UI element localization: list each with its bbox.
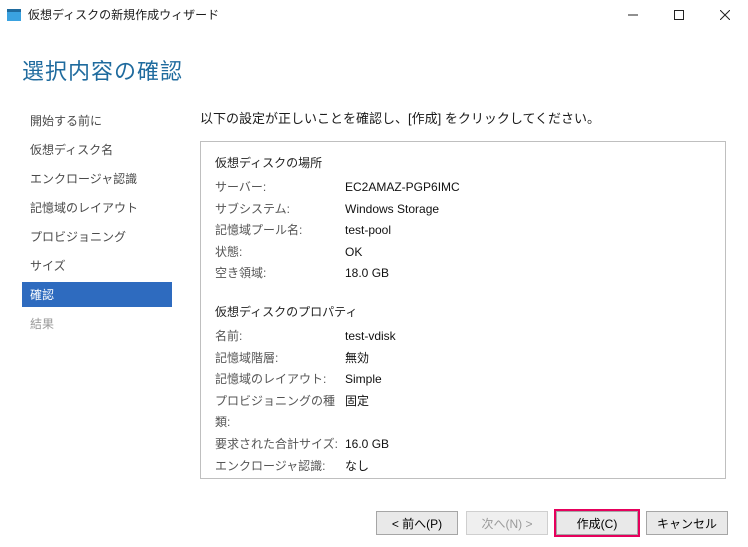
next-button: 次へ(N) > [466, 511, 548, 535]
summary-row: 名前:test-vdisk [215, 326, 711, 348]
summary-row-value: 16.0 GB [345, 434, 711, 456]
app-icon [6, 7, 22, 23]
summary-row-value: 18.0 GB [345, 263, 711, 285]
sidebar-item[interactable]: 仮想ディスク名 [22, 137, 172, 162]
summary-row-label: プロビジョニングの種類: [215, 391, 345, 434]
sidebar-item[interactable]: 確認 [22, 282, 172, 307]
page-title: 選択内容の確認 [22, 54, 726, 86]
summary-row-value: OK [345, 242, 711, 264]
create-button[interactable]: 作成(C) [556, 511, 638, 535]
section-title-location: 仮想ディスクの場所 [215, 154, 711, 171]
sidebar-item[interactable]: プロビジョニング [22, 224, 172, 249]
summary-row: 状態:OK [215, 242, 711, 264]
summary-row-label: 空き領域: [215, 263, 345, 285]
summary-row-value: 無効 [345, 348, 711, 370]
close-button[interactable] [702, 0, 748, 30]
sidebar-item[interactable]: エンクロージャ認識 [22, 166, 172, 191]
summary-row-value: Simple [345, 369, 711, 391]
summary-panel: 仮想ディスクの場所 サーバー:EC2AMAZ-PGP6IMCサブシステム:Win… [200, 141, 726, 479]
summary-row-value: test-pool [345, 220, 711, 242]
section-title-properties: 仮想ディスクのプロパティ [215, 303, 711, 320]
sidebar-item[interactable]: 開始する前に [22, 108, 172, 133]
cancel-button[interactable]: キャンセル [646, 511, 728, 535]
summary-row-label: サブシステム: [215, 199, 345, 221]
sidebar-item[interactable]: 記憶域のレイアウト [22, 195, 172, 220]
summary-row-value: Windows Storage [345, 199, 711, 221]
window-title: 仮想ディスクの新規作成ウィザード [28, 6, 610, 23]
summary-row-label: 記憶域プール名: [215, 220, 345, 242]
titlebar: 仮想ディスクの新規作成ウィザード [0, 0, 748, 30]
summary-row-value: なし [345, 456, 711, 478]
summary-row-label: サーバー: [215, 177, 345, 199]
summary-row-label: 記憶域階層: [215, 348, 345, 370]
summary-row: プロビジョニングの種類:固定 [215, 391, 711, 434]
maximize-button[interactable] [656, 0, 702, 30]
summary-row-label: 要求された合計サイズ: [215, 434, 345, 456]
wizard-footer: < 前へ(P) 次へ(N) > 作成(C) キャンセル [376, 511, 728, 535]
summary-row-label: 状態: [215, 242, 345, 264]
window-controls [610, 0, 748, 29]
minimize-button[interactable] [610, 0, 656, 30]
summary-row: エンクロージャ認識:なし [215, 456, 711, 478]
summary-row-label: 記憶域のレイアウト: [215, 369, 345, 391]
summary-row: 記憶域階層:無効 [215, 348, 711, 370]
summary-row: サーバー:EC2AMAZ-PGP6IMC [215, 177, 711, 199]
summary-row: 記憶域のレイアウト:Simple [215, 369, 711, 391]
summary-row: サブシステム:Windows Storage [215, 199, 711, 221]
summary-row-value: test-vdisk [345, 326, 711, 348]
sidebar-item: 結果 [22, 311, 172, 336]
back-button[interactable]: < 前へ(P) [376, 511, 458, 535]
sidebar-item[interactable]: サイズ [22, 253, 172, 278]
summary-row: 記憶域プール名:test-pool [215, 220, 711, 242]
summary-row: 要求された合計サイズ:16.0 GB [215, 434, 711, 456]
instruction-text: 以下の設定が正しいことを確認し、[作成] をクリックしてください。 [200, 108, 726, 127]
wizard-steps-sidebar: 開始する前に仮想ディスク名エンクロージャ認識記憶域のレイアウトプロビジョニングサ… [22, 108, 172, 497]
summary-row: 空き領域:18.0 GB [215, 263, 711, 285]
summary-row-value: EC2AMAZ-PGP6IMC [345, 177, 711, 199]
summary-row-label: エンクロージャ認識: [215, 456, 345, 478]
summary-row-value: 固定 [345, 391, 711, 434]
summary-row-label: 名前: [215, 326, 345, 348]
